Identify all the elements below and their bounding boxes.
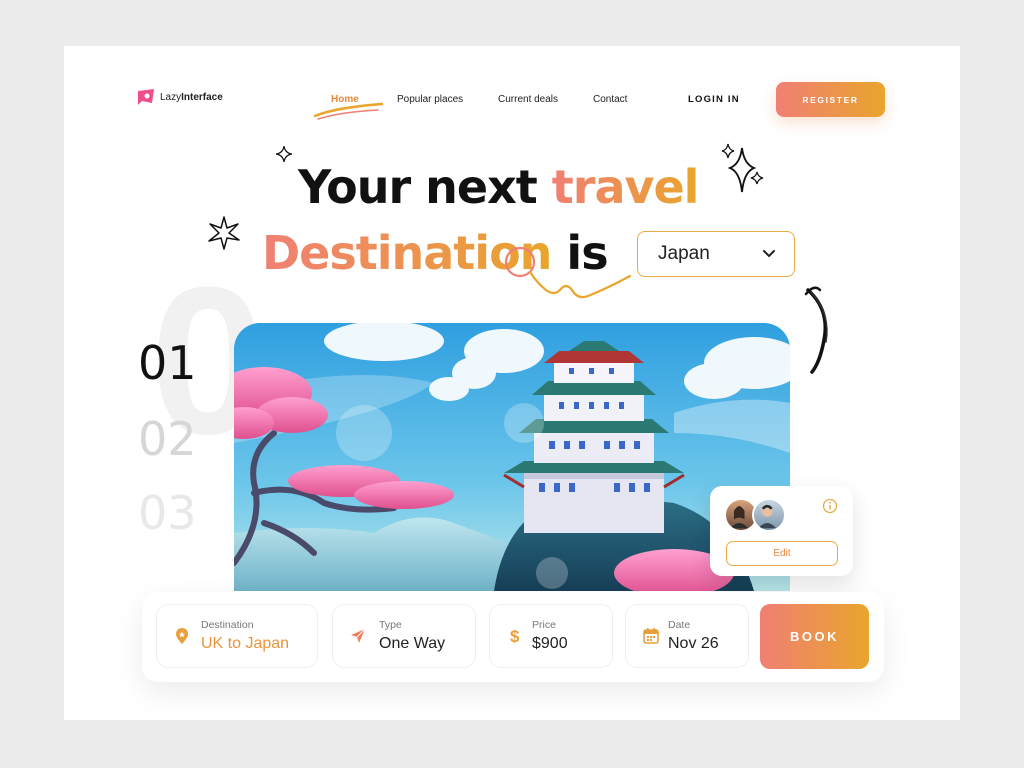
destination-select-value: Japan — [658, 243, 710, 264]
send-icon — [351, 628, 366, 643]
calendar-icon — [643, 628, 659, 644]
nav-popular-places[interactable]: Popular places — [397, 94, 463, 105]
price-label: Price — [532, 619, 556, 631]
hero-text-accent: travel — [551, 160, 700, 214]
slide-number-3[interactable]: 03 — [138, 486, 197, 540]
date-label: Date — [668, 619, 691, 631]
nav-active-underline — [313, 102, 384, 120]
location-pin-icon — [176, 628, 188, 644]
loop-scribble-decoration — [504, 246, 632, 299]
avatar[interactable] — [752, 498, 786, 532]
slide-number-2[interactable]: 02 — [138, 412, 197, 466]
destination-field[interactable]: Destination UK to Japan — [156, 604, 318, 668]
dollar-icon: $ — [510, 627, 520, 645]
svg-text:$: $ — [510, 627, 520, 645]
info-icon[interactable] — [822, 498, 838, 514]
destination-select[interactable]: Japan — [637, 231, 795, 277]
type-label: Type — [379, 619, 402, 631]
destination-illustration — [234, 323, 790, 591]
type-value: One Way — [379, 635, 446, 652]
destination-value: UK to Japan — [201, 635, 290, 652]
nav-current-deals[interactable]: Current deals — [498, 94, 558, 105]
register-button[interactable]: REGISTER — [776, 82, 885, 117]
brand-logo[interactable]: LazyInterface — [136, 88, 223, 106]
hero-text-dark: Your next — [298, 160, 552, 214]
type-field[interactable]: Type One Way — [332, 604, 476, 668]
date-value: Nov 26 — [668, 635, 719, 652]
slide-number-1[interactable]: 01 — [138, 336, 197, 390]
book-button[interactable]: BOOK — [760, 604, 869, 669]
edit-button[interactable]: Edit — [726, 541, 838, 566]
price-field[interactable]: $ Price $900 — [489, 604, 613, 668]
travelers-card: Edit — [710, 486, 853, 576]
logo-icon — [138, 89, 154, 105]
nav-contact[interactable]: Contact — [593, 94, 627, 105]
date-field[interactable]: Date Nov 26 — [625, 604, 749, 668]
login-link[interactable]: LOGIN IN — [688, 94, 740, 105]
price-value: $900 — [532, 635, 568, 652]
chevron-down-icon — [763, 250, 775, 258]
sparkle-cluster-icon — [722, 143, 764, 193]
sparkle-icon — [276, 146, 292, 162]
brand-name: LazyInterface — [160, 91, 223, 103]
destination-label: Destination — [201, 619, 254, 631]
scribble-arrow-icon — [804, 286, 828, 374]
hero-title-line-1: Your next travel — [298, 160, 700, 214]
